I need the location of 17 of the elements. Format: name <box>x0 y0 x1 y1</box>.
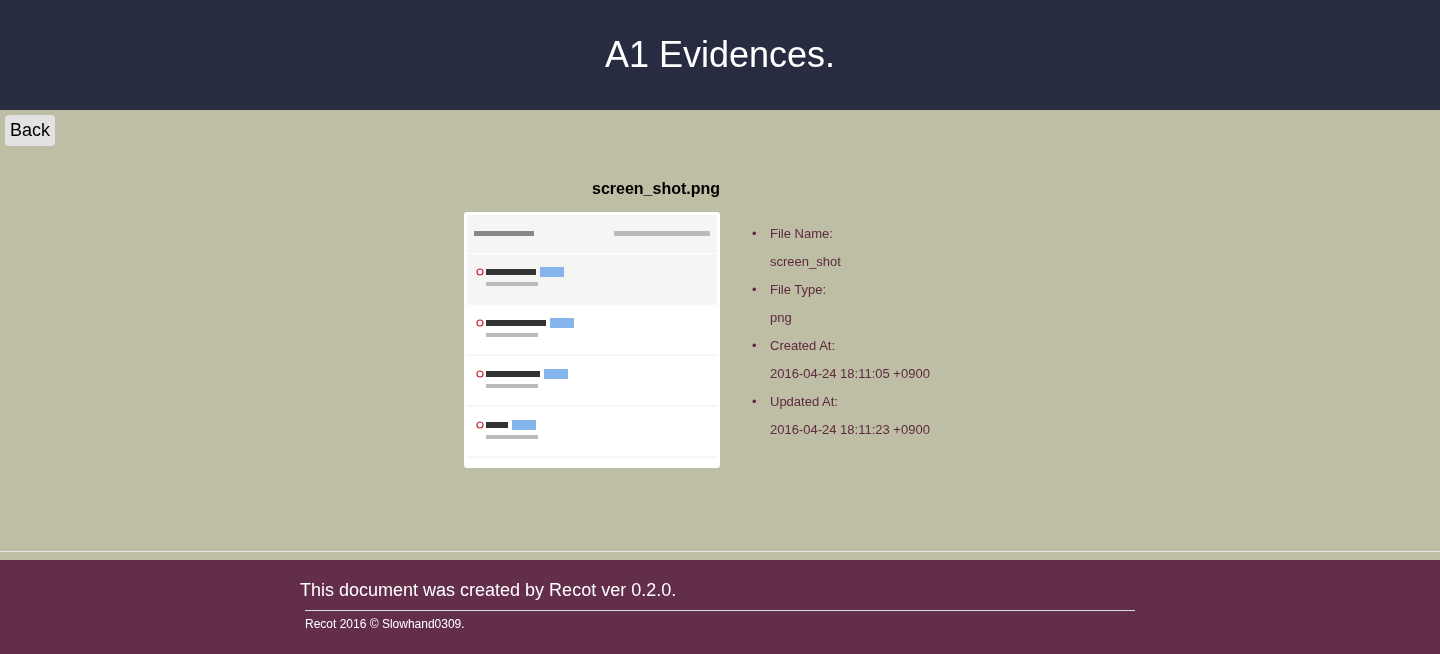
footer-note: This document was created by Recot ver 0.2.0. <box>300 580 678 601</box>
detail-value: 2016-04-24 18:11:05 +0900 <box>770 365 930 383</box>
detail-value: 2016-04-24 18:11:23 +0900 <box>770 421 930 439</box>
detail-label: File Type: <box>770 281 827 299</box>
detail-value: screen_shot <box>770 253 841 271</box>
detail-label: Updated At: <box>770 393 839 411</box>
copyright-text: Recot 2016 © Slowhand0309. <box>305 617 466 631</box>
detail-value: png <box>770 309 793 327</box>
back-button[interactable]: Back <box>5 115 56 146</box>
bullet: • <box>752 225 758 243</box>
file-title: screen_shot.png <box>592 180 720 198</box>
bullet: • <box>752 393 758 411</box>
bullet: • <box>752 337 758 355</box>
detail-label: File Name: <box>770 225 834 243</box>
bullet: • <box>752 281 758 299</box>
detail-label: Created At: <box>770 337 837 355</box>
page-title: A1 Evidences. <box>604 34 836 76</box>
